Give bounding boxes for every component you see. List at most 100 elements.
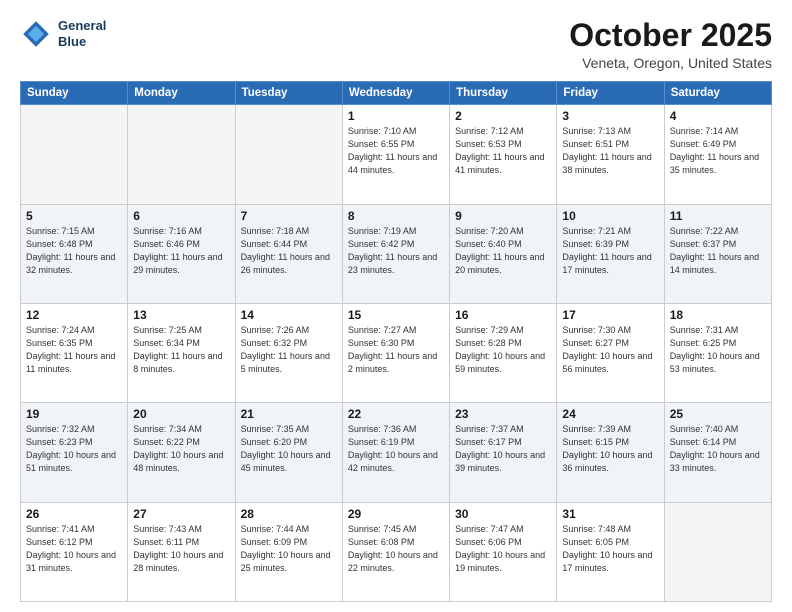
day-number: 14 <box>241 308 337 322</box>
table-row: 9 Sunrise: 7:20 AM Sunset: 6:40 PM Daylig… <box>450 204 557 303</box>
table-row: 18 Sunrise: 7:31 AM Sunset: 6:25 PM Dayli… <box>664 303 771 402</box>
day-number: 19 <box>26 407 122 421</box>
table-row <box>235 105 342 204</box>
day-info: Sunrise: 7:10 AM Sunset: 6:55 PM Dayligh… <box>348 125 444 177</box>
day-number: 26 <box>26 507 122 521</box>
day-info: Sunrise: 7:37 AM Sunset: 6:17 PM Dayligh… <box>455 423 551 475</box>
day-number: 15 <box>348 308 444 322</box>
day-info: Sunrise: 7:21 AM Sunset: 6:39 PM Dayligh… <box>562 225 658 277</box>
table-row: 11 Sunrise: 7:22 AM Sunset: 6:37 PM Dayli… <box>664 204 771 303</box>
table-row: 2 Sunrise: 7:12 AM Sunset: 6:53 PM Daylig… <box>450 105 557 204</box>
day-number: 22 <box>348 407 444 421</box>
table-row: 3 Sunrise: 7:13 AM Sunset: 6:51 PM Daylig… <box>557 105 664 204</box>
day-info: Sunrise: 7:41 AM Sunset: 6:12 PM Dayligh… <box>26 523 122 575</box>
day-number: 11 <box>670 209 766 223</box>
day-number: 17 <box>562 308 658 322</box>
day-info: Sunrise: 7:13 AM Sunset: 6:51 PM Dayligh… <box>562 125 658 177</box>
col-wednesday: Wednesday <box>342 82 449 105</box>
day-number: 7 <box>241 209 337 223</box>
table-row <box>664 502 771 601</box>
day-info: Sunrise: 7:20 AM Sunset: 6:40 PM Dayligh… <box>455 225 551 277</box>
day-info: Sunrise: 7:48 AM Sunset: 6:05 PM Dayligh… <box>562 523 658 575</box>
table-row: 5 Sunrise: 7:15 AM Sunset: 6:48 PM Daylig… <box>21 204 128 303</box>
day-info: Sunrise: 7:25 AM Sunset: 6:34 PM Dayligh… <box>133 324 229 376</box>
day-info: Sunrise: 7:27 AM Sunset: 6:30 PM Dayligh… <box>348 324 444 376</box>
day-number: 24 <box>562 407 658 421</box>
day-info: Sunrise: 7:29 AM Sunset: 6:28 PM Dayligh… <box>455 324 551 376</box>
logo-text: General Blue <box>58 18 106 49</box>
table-row <box>128 105 235 204</box>
day-info: Sunrise: 7:15 AM Sunset: 6:48 PM Dayligh… <box>26 225 122 277</box>
day-info: Sunrise: 7:34 AM Sunset: 6:22 PM Dayligh… <box>133 423 229 475</box>
day-info: Sunrise: 7:22 AM Sunset: 6:37 PM Dayligh… <box>670 225 766 277</box>
location: Veneta, Oregon, United States <box>569 55 772 71</box>
table-row: 10Sunrise: 7:21 AM Sunset: 6:39 PM Dayli… <box>557 204 664 303</box>
day-number: 31 <box>562 507 658 521</box>
day-number: 18 <box>670 308 766 322</box>
day-info: Sunrise: 7:14 AM Sunset: 6:49 PM Dayligh… <box>670 125 766 177</box>
table-row: 14 Sunrise: 7:26 AM Sunset: 6:32 PM Dayli… <box>235 303 342 402</box>
day-info: Sunrise: 7:16 AM Sunset: 6:46 PM Dayligh… <box>133 225 229 277</box>
day-number: 30 <box>455 507 551 521</box>
calendar-week-row: 12 Sunrise: 7:24 AM Sunset: 6:35 PM Dayli… <box>21 303 772 402</box>
table-row: 22 Sunrise: 7:36 AM Sunset: 6:19 PM Dayli… <box>342 403 449 502</box>
day-number: 20 <box>133 407 229 421</box>
table-row: 29 Sunrise: 7:45 AM Sunset: 6:08 PM Dayli… <box>342 502 449 601</box>
header: General Blue October 2025 Veneta, Oregon… <box>20 18 772 71</box>
table-row: 31 Sunrise: 7:48 AM Sunset: 6:05 PM Dayli… <box>557 502 664 601</box>
day-number: 1 <box>348 109 444 123</box>
col-saturday: Saturday <box>664 82 771 105</box>
day-info: Sunrise: 7:12 AM Sunset: 6:53 PM Dayligh… <box>455 125 551 177</box>
table-row: 23 Sunrise: 7:37 AM Sunset: 6:17 PM Dayli… <box>450 403 557 502</box>
table-row: 24 Sunrise: 7:39 AM Sunset: 6:15 PM Dayli… <box>557 403 664 502</box>
day-number: 4 <box>670 109 766 123</box>
col-thursday: Thursday <box>450 82 557 105</box>
table-row: 8 Sunrise: 7:19 AM Sunset: 6:42 PM Daylig… <box>342 204 449 303</box>
col-monday: Monday <box>128 82 235 105</box>
table-row: 27 Sunrise: 7:43 AM Sunset: 6:11 PM Dayli… <box>128 502 235 601</box>
table-row: 1 Sunrise: 7:10 AM Sunset: 6:55 PM Daylig… <box>342 105 449 204</box>
table-row: 28 Sunrise: 7:44 AM Sunset: 6:09 PM Dayli… <box>235 502 342 601</box>
day-info: Sunrise: 7:32 AM Sunset: 6:23 PM Dayligh… <box>26 423 122 475</box>
day-number: 3 <box>562 109 658 123</box>
day-number: 28 <box>241 507 337 521</box>
calendar-week-row: 1 Sunrise: 7:10 AM Sunset: 6:55 PM Daylig… <box>21 105 772 204</box>
logo: General Blue <box>20 18 106 50</box>
day-number: 27 <box>133 507 229 521</box>
day-info: Sunrise: 7:30 AM Sunset: 6:27 PM Dayligh… <box>562 324 658 376</box>
day-number: 23 <box>455 407 551 421</box>
day-info: Sunrise: 7:31 AM Sunset: 6:25 PM Dayligh… <box>670 324 766 376</box>
day-info: Sunrise: 7:18 AM Sunset: 6:44 PM Dayligh… <box>241 225 337 277</box>
day-info: Sunrise: 7:24 AM Sunset: 6:35 PM Dayligh… <box>26 324 122 376</box>
title-block: October 2025 Veneta, Oregon, United Stat… <box>569 18 772 71</box>
calendar-week-row: 19 Sunrise: 7:32 AM Sunset: 6:23 PM Dayli… <box>21 403 772 502</box>
table-row: 6 Sunrise: 7:16 AM Sunset: 6:46 PM Daylig… <box>128 204 235 303</box>
table-row: 12 Sunrise: 7:24 AM Sunset: 6:35 PM Dayli… <box>21 303 128 402</box>
day-number: 21 <box>241 407 337 421</box>
day-number: 6 <box>133 209 229 223</box>
table-row: 4 Sunrise: 7:14 AM Sunset: 6:49 PM Daylig… <box>664 105 771 204</box>
table-row: 21 Sunrise: 7:35 AM Sunset: 6:20 PM Dayli… <box>235 403 342 502</box>
col-friday: Friday <box>557 82 664 105</box>
day-number: 29 <box>348 507 444 521</box>
day-number: 8 <box>348 209 444 223</box>
table-row: 17 Sunrise: 7:30 AM Sunset: 6:27 PM Dayli… <box>557 303 664 402</box>
day-info: Sunrise: 7:45 AM Sunset: 6:08 PM Dayligh… <box>348 523 444 575</box>
month-title: October 2025 <box>569 18 772 53</box>
day-number: 25 <box>670 407 766 421</box>
day-number: 9 <box>455 209 551 223</box>
table-row: 30Sunrise: 7:47 AM Sunset: 6:06 PM Dayli… <box>450 502 557 601</box>
day-info: Sunrise: 7:39 AM Sunset: 6:15 PM Dayligh… <box>562 423 658 475</box>
day-info: Sunrise: 7:44 AM Sunset: 6:09 PM Dayligh… <box>241 523 337 575</box>
day-info: Sunrise: 7:43 AM Sunset: 6:11 PM Dayligh… <box>133 523 229 575</box>
day-number: 5 <box>26 209 122 223</box>
day-number: 12 <box>26 308 122 322</box>
calendar-table: Sunday Monday Tuesday Wednesday Thursday… <box>20 81 772 602</box>
day-info: Sunrise: 7:19 AM Sunset: 6:42 PM Dayligh… <box>348 225 444 277</box>
table-row: 16Sunrise: 7:29 AM Sunset: 6:28 PM Dayli… <box>450 303 557 402</box>
day-info: Sunrise: 7:36 AM Sunset: 6:19 PM Dayligh… <box>348 423 444 475</box>
day-info: Sunrise: 7:35 AM Sunset: 6:20 PM Dayligh… <box>241 423 337 475</box>
day-info: Sunrise: 7:26 AM Sunset: 6:32 PM Dayligh… <box>241 324 337 376</box>
day-number: 2 <box>455 109 551 123</box>
calendar-header-row: Sunday Monday Tuesday Wednesday Thursday… <box>21 82 772 105</box>
